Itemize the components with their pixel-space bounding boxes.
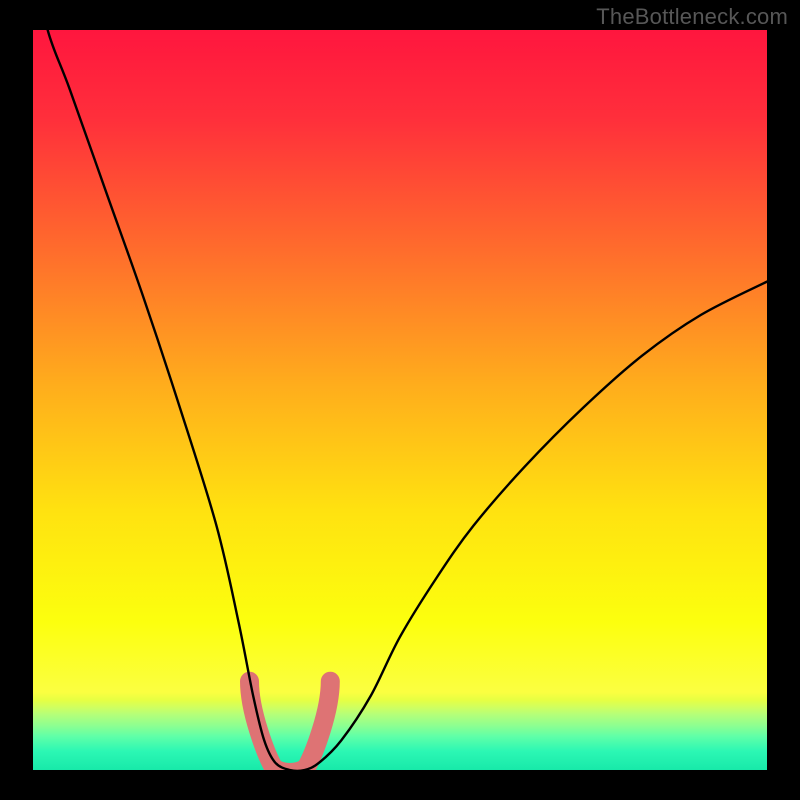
chart-frame: TheBottleneck.com: [0, 0, 800, 800]
bottleneck-chart: [0, 0, 800, 800]
watermark-text: TheBottleneck.com: [596, 4, 788, 30]
plot-background: [33, 30, 767, 770]
